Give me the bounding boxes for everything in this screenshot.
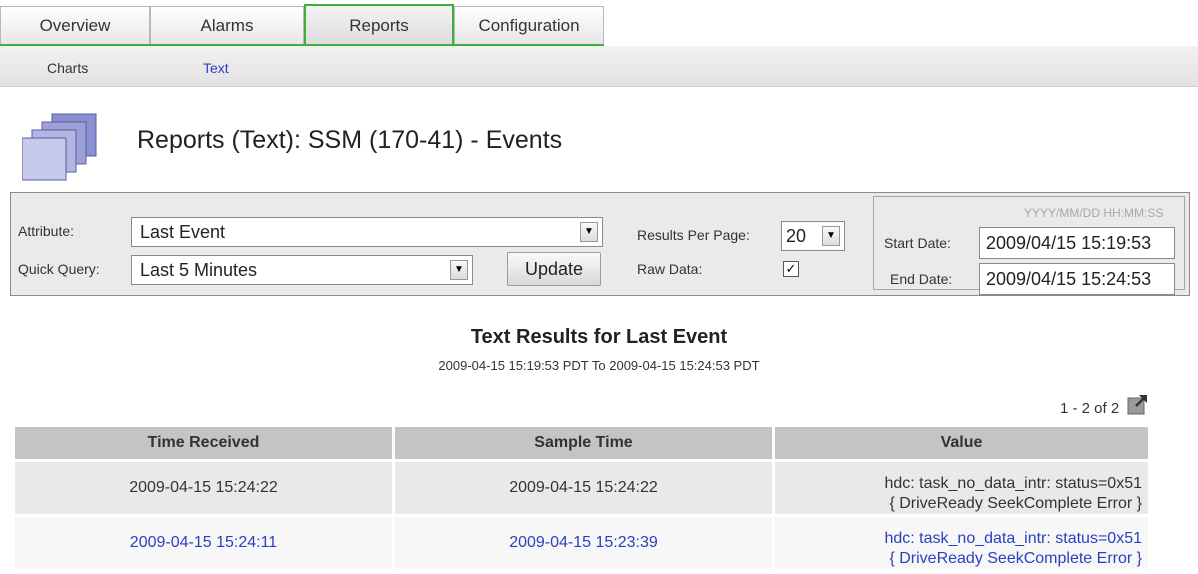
table-row[interactable]: 2009-04-15 15:24:11 2009-04-15 15:23:39 … (15, 517, 1148, 569)
tab-bar: Overview Alarms Reports Configuration (0, 0, 1198, 46)
tab-label: Alarms (200, 15, 254, 35)
value-cell: hdc: task_no_data_intr: status=0x51 { Dr… (775, 462, 1148, 514)
start-date-label: Start Date: (884, 235, 951, 251)
sample-time-link[interactable]: 2009-04-15 15:23:39 (395, 517, 772, 569)
chevron-down-icon: ▼ (822, 226, 840, 246)
page-title: Reports (Text): SSM (170-41) - Events (137, 126, 563, 154)
tab-label: Overview (39, 15, 111, 35)
quick-query-select[interactable]: Last 5 Minutes ▼ (131, 255, 473, 285)
column-header-sample-time: Sample Time (395, 427, 772, 459)
sample-time-cell: 2009-04-15 15:24:22 (395, 462, 772, 514)
update-button[interactable]: Update (507, 252, 601, 286)
results-title: Text Results for Last Event (470, 326, 728, 348)
results-per-page-value: 20 (786, 226, 807, 246)
attribute-label: Attribute: (18, 223, 75, 239)
export-icon[interactable] (1126, 392, 1150, 416)
pagination-info: 1 - 2 of 2 (1060, 400, 1120, 417)
end-date-field[interactable]: 2009/04/15 15:24:53 (979, 263, 1175, 295)
tab-reports[interactable]: Reports (304, 4, 454, 46)
value-line: { DriveReady SeekComplete Error } (889, 495, 1142, 512)
tab-overview[interactable]: Overview (0, 6, 150, 44)
subtab-text[interactable]: Text (203, 60, 229, 76)
quick-query-label: Quick Query: (18, 261, 100, 277)
table-row: 2009-04-15 15:24:22 2009-04-15 15:24:22 … (15, 462, 1148, 514)
tab-label: Configuration (478, 15, 580, 35)
time-received-link[interactable]: 2009-04-15 15:24:11 (15, 517, 392, 569)
results-per-page-select[interactable]: 20 ▼ (781, 221, 845, 251)
quick-query-select-value: Last 5 Minutes (140, 260, 258, 280)
value-line: hdc: task_no_data_intr: status=0x51 (884, 475, 1142, 492)
start-date-field[interactable]: 2009/04/15 15:19:53 (979, 227, 1175, 259)
query-panel: Attribute: Last Event ▼ Quick Query: Las… (10, 192, 1190, 296)
update-button-label: Update (524, 258, 584, 279)
date-format-hint: YYYY/MM/DD HH:MM:SS (1024, 206, 1164, 220)
attribute-select[interactable]: Last Event ▼ (131, 217, 603, 247)
results-per-page-label: Results Per Page: (637, 227, 750, 243)
column-header-time-received: Time Received (15, 427, 392, 459)
value-line: { DriveReady SeekComplete Error } (889, 550, 1142, 567)
sub-tab-bar: Charts Text (0, 46, 1198, 87)
chevron-down-icon: ▼ (580, 222, 598, 242)
column-header-value: Value (775, 427, 1148, 459)
tab-alarms[interactable]: Alarms (150, 6, 304, 44)
value-line: hdc: task_no_data_intr: status=0x51 (884, 530, 1142, 547)
attribute-select-value: Last Event (140, 222, 226, 242)
raw-data-label: Raw Data: (637, 261, 703, 277)
raw-data-checkbox[interactable]: ✓ (783, 261, 799, 277)
results-date-range: 2009-04-15 15:19:53 PDT To 2009-04-15 15… (438, 358, 760, 373)
chevron-down-icon: ▼ (450, 260, 468, 280)
subtab-charts[interactable]: Charts (47, 60, 88, 76)
end-date-label: End Date: (890, 271, 953, 287)
tab-configuration[interactable]: Configuration (454, 6, 604, 44)
value-link[interactable]: hdc: task_no_data_intr: status=0x51 { Dr… (775, 517, 1148, 569)
table-header: Time Received Sample Time Value (15, 427, 1148, 459)
stacked-pages-icon (22, 113, 97, 181)
tab-label: Reports (349, 16, 409, 35)
time-received-cell: 2009-04-15 15:24:22 (15, 462, 392, 514)
